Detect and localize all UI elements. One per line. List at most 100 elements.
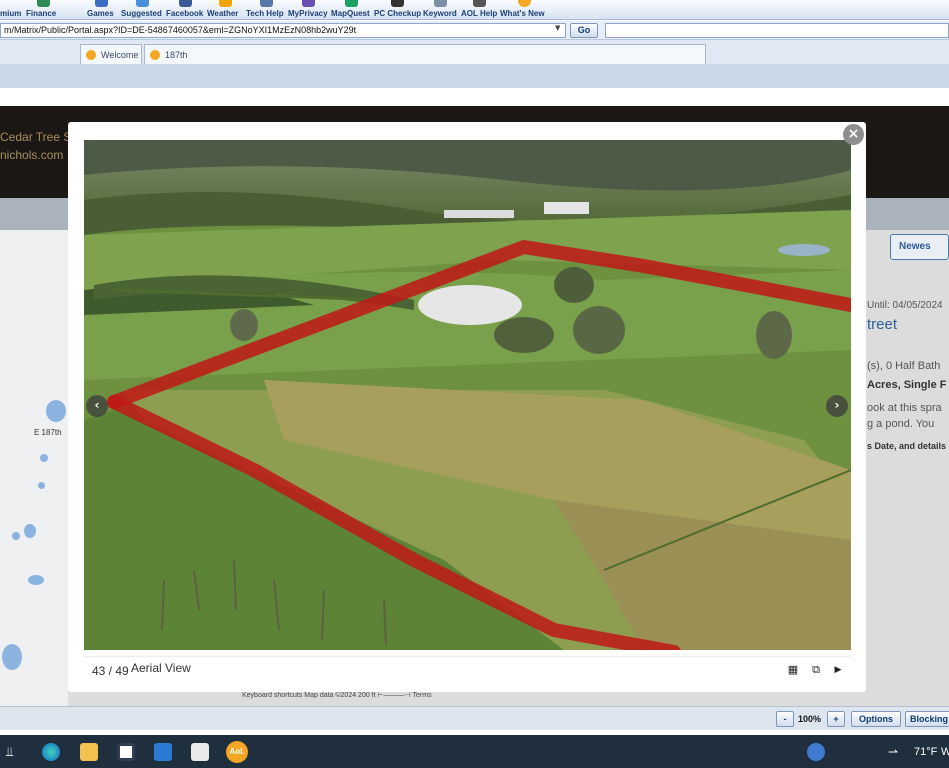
toolbar-weather[interactable]: Weather bbox=[207, 0, 243, 20]
site-header-title: Cedar Tree S bbox=[0, 130, 72, 144]
page-top-strip bbox=[0, 88, 949, 106]
games-icon bbox=[95, 0, 108, 7]
file-explorer-icon[interactable] bbox=[80, 743, 98, 761]
toolbar-whats-new-label: What's New bbox=[500, 9, 545, 18]
map-lake bbox=[24, 524, 36, 538]
toolbar-tech-help-label: Tech Help bbox=[246, 9, 284, 18]
mapquest-icon bbox=[345, 0, 358, 7]
until-date: Until: 04/05/2024 bbox=[867, 300, 943, 311]
aol-tab-icon bbox=[150, 50, 160, 60]
map-lake bbox=[12, 532, 20, 540]
grid-view-icon[interactable]: ▦ bbox=[786, 663, 800, 677]
tab-welcome-label: Welcome bbox=[101, 50, 139, 60]
previous-photo-button[interactable]: ‹ bbox=[86, 395, 108, 417]
play-slideshow-icon[interactable]: ▶ bbox=[831, 663, 845, 677]
viewer-caption-bar: 43 / 49 Aerial View ▦ ⧉ ▶ bbox=[84, 656, 851, 684]
tab-welcome[interactable]: Welcome bbox=[80, 44, 142, 64]
suggested-icon bbox=[136, 0, 149, 7]
weather-suffix: W bbox=[941, 746, 949, 758]
sort-newest-button[interactable]: Newes bbox=[890, 234, 949, 260]
map-lake bbox=[2, 644, 22, 670]
tech-help-icon bbox=[260, 0, 273, 7]
toolbar-facebook-label: Facebook bbox=[166, 9, 204, 18]
url-input[interactable]: m/Matrix/Public/Portal.aspx?ID=DE-548674… bbox=[0, 23, 566, 38]
photo-counter: 43 / 49 bbox=[92, 664, 129, 678]
tab-187th-label: 187th bbox=[165, 50, 188, 60]
toolbar-keyword-label: Keyword bbox=[423, 9, 457, 18]
aerial-photo bbox=[84, 140, 851, 650]
toolbar-facebook[interactable]: Facebook bbox=[166, 0, 204, 20]
aol-tab-icon bbox=[86, 50, 96, 60]
toolbar-finance-label: Finance bbox=[26, 9, 57, 18]
aerial-photo-graphic bbox=[84, 140, 851, 650]
map-lake bbox=[40, 454, 48, 462]
toolbar-keyword[interactable]: Keyword bbox=[423, 0, 457, 20]
help-icon[interactable] bbox=[807, 743, 825, 761]
map-road-label: E 187th bbox=[34, 428, 62, 437]
toolbar-aol-help[interactable]: AOL Help bbox=[461, 0, 497, 20]
map-lake bbox=[46, 400, 66, 422]
close-viewer-button[interactable]: × bbox=[843, 124, 864, 145]
mail-icon[interactable] bbox=[154, 743, 172, 761]
toolbar-mapquest-label: MapQuest bbox=[331, 9, 370, 18]
browser-status-bar: - 100% + Options Blocking bbox=[0, 706, 949, 730]
toolbar-whats-new[interactable]: What's New bbox=[500, 0, 548, 20]
privacy-icon bbox=[302, 0, 315, 7]
toolbar-finance[interactable]: Finance bbox=[26, 0, 60, 20]
toolbar-premium[interactable]: mium bbox=[0, 0, 22, 20]
photo-caption: Aerial View bbox=[131, 661, 191, 675]
listing-street[interactable]: treet bbox=[867, 316, 897, 333]
keyword-icon bbox=[434, 0, 447, 7]
windows-taskbar: ⫫ Aol. ⇀ 71°F W bbox=[0, 735, 949, 768]
toolbar-suggested[interactable]: Suggested bbox=[121, 0, 163, 20]
address-bar: m/Matrix/Public/Portal.aspx?ID=DE-548674… bbox=[0, 21, 949, 40]
map-attribution: Keyboard shortcuts Map data ©2024 200 ft… bbox=[242, 692, 432, 699]
toolbar-weather-label: Weather bbox=[207, 9, 239, 18]
toolbar-tech-help[interactable]: Tech Help bbox=[246, 0, 286, 20]
listing-desc-2: g a pond. You bbox=[867, 418, 935, 430]
task-view-icon[interactable]: ⫫ bbox=[6, 744, 13, 760]
listing-baths: (s), 0 Half Bath bbox=[867, 360, 941, 372]
store-icon[interactable] bbox=[117, 743, 135, 761]
blocking-button[interactable]: Blocking bbox=[905, 711, 949, 727]
tab-strip: Welcome 187th ▁ ▣ ✕ ▣ ✕ bbox=[0, 40, 949, 101]
finance-icon bbox=[37, 0, 50, 7]
toolbar-games[interactable]: Games bbox=[87, 0, 115, 20]
whats-new-icon bbox=[518, 0, 531, 7]
browser-band bbox=[0, 64, 949, 88]
toolbar-games-label: Games bbox=[87, 9, 114, 18]
weather-temperature[interactable]: 71°F bbox=[914, 746, 937, 758]
photos-icon[interactable] bbox=[191, 743, 209, 761]
zoom-in-button[interactable]: + bbox=[827, 711, 845, 727]
listing-desc-1: ook at this spra bbox=[867, 402, 942, 414]
toolbar-mapquest[interactable]: MapQuest bbox=[331, 0, 371, 20]
listing-acres: Acres, Single F bbox=[867, 379, 947, 391]
fullscreen-icon[interactable]: ⧉ bbox=[809, 663, 823, 677]
toolbar-aol-help-label: AOL Help bbox=[461, 9, 498, 18]
map-panel[interactable]: E 187th bbox=[0, 230, 68, 706]
options-button[interactable]: Options bbox=[851, 711, 901, 727]
browser-toolbar: mium Finance Games Suggested Facebook We… bbox=[0, 0, 949, 20]
toolbar-suggested-label: Suggested bbox=[121, 9, 162, 18]
map-lake bbox=[28, 575, 44, 585]
toolbar-pc-checkup[interactable]: PC Checkup bbox=[374, 0, 422, 20]
edge-icon[interactable] bbox=[42, 743, 60, 761]
facebook-icon bbox=[179, 0, 192, 7]
zoom-out-button[interactable]: - bbox=[776, 711, 794, 727]
listing-date-line: s Date, and details bbox=[867, 441, 947, 451]
weather-tray-icon[interactable]: ⇀ bbox=[888, 745, 898, 759]
aol-app-icon[interactable]: Aol. bbox=[226, 741, 248, 763]
toolbar-myprivacy[interactable]: MyPrivacy bbox=[288, 0, 328, 20]
aol-help-icon bbox=[473, 0, 486, 7]
search-input[interactable] bbox=[605, 23, 949, 38]
toolbar-myprivacy-label: MyPrivacy bbox=[288, 9, 328, 18]
map-lake bbox=[38, 482, 45, 489]
toolbar-pc-checkup-label: PC Checkup bbox=[374, 9, 422, 18]
next-photo-button[interactable]: › bbox=[826, 395, 848, 417]
pc-checkup-icon bbox=[391, 0, 404, 7]
tab-187th[interactable]: 187th bbox=[144, 44, 706, 64]
url-dropdown-icon[interactable]: ▼ bbox=[555, 24, 560, 32]
zoom-level: 100% bbox=[798, 714, 822, 724]
weather-icon bbox=[219, 0, 232, 7]
go-button[interactable]: Go bbox=[570, 23, 598, 38]
